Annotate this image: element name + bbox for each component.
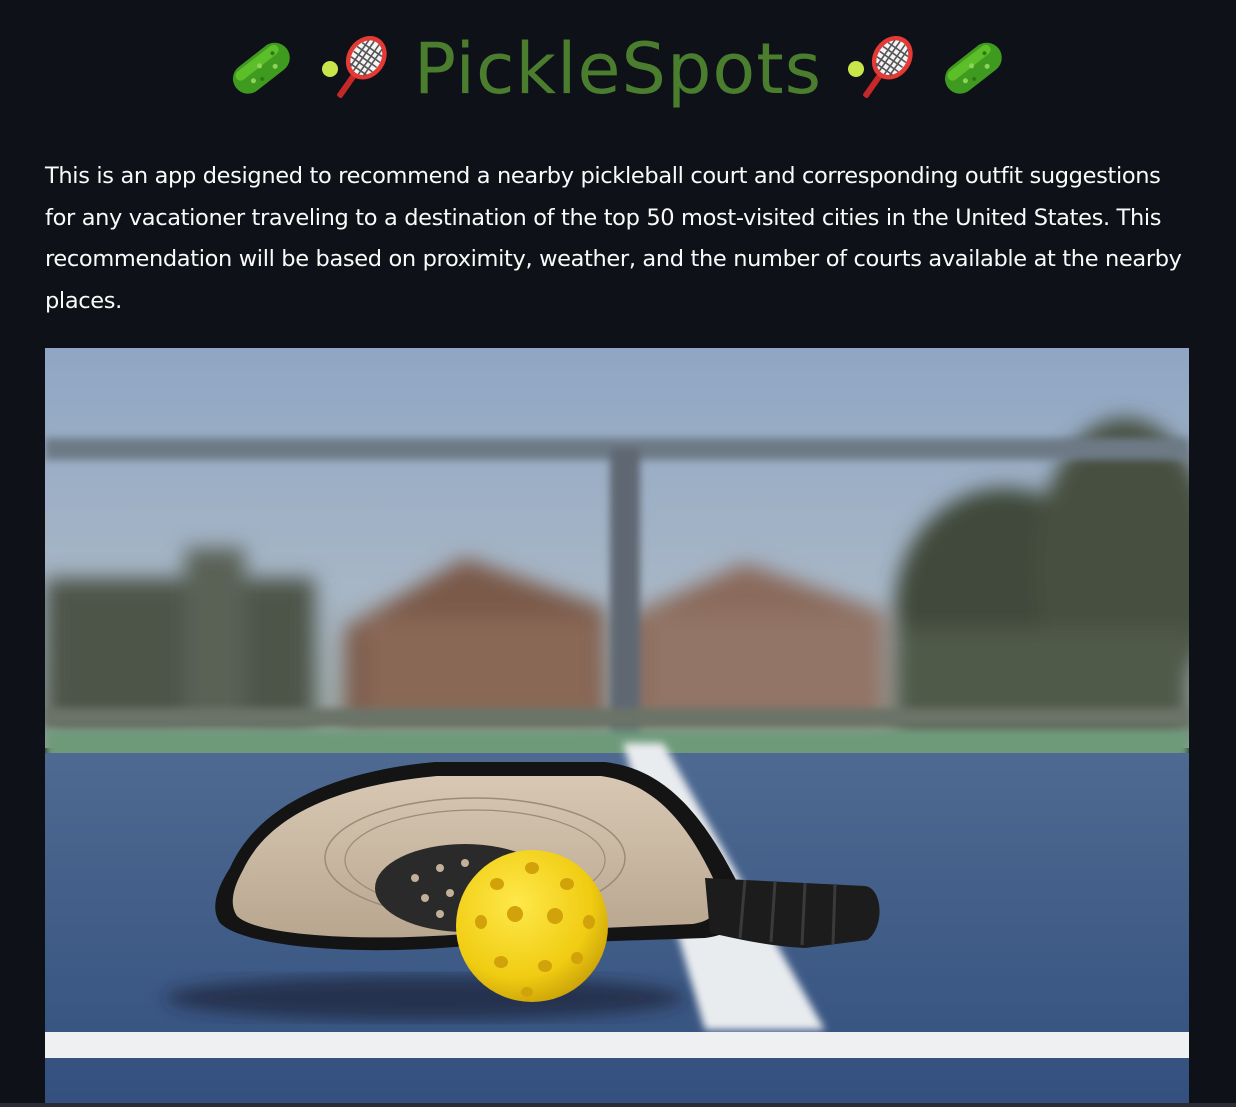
bottom-edge [0, 1103, 1236, 1107]
racket-ball-icon [846, 29, 916, 109]
page-title-row: PickleSpots [0, 14, 1236, 124]
page-title: PickleSpots [413, 28, 823, 110]
pickleball-hero-image [45, 348, 1189, 1103]
pickle-icon [222, 29, 302, 109]
racket-ball-icon [320, 29, 390, 109]
app-description: This is an app designed to recommend a n… [45, 163, 1182, 314]
app-page: PickleSpots This is an app designed to r… [0, 0, 1236, 1107]
pickle-icon [934, 29, 1014, 109]
